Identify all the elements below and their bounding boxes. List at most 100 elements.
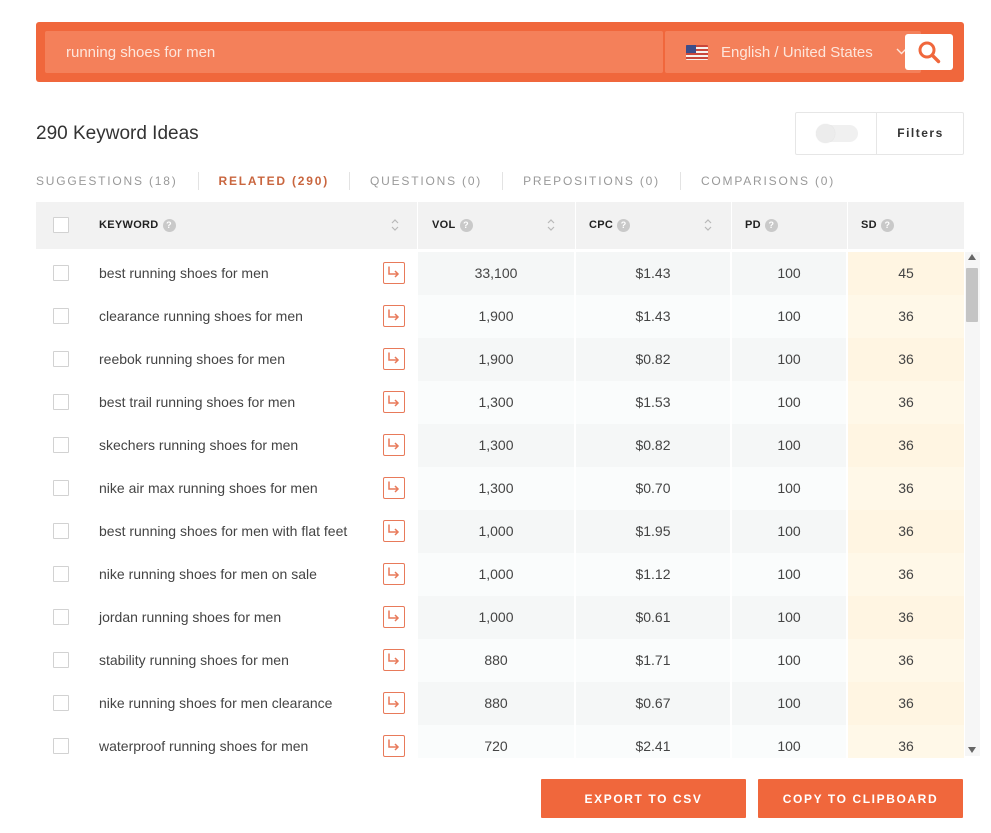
row-checkbox[interactable]	[53, 566, 69, 582]
table-row: stability running shoes for men 880 $1.71 1…	[36, 639, 964, 682]
pd-cell: 100	[777, 523, 801, 539]
row-checkbox[interactable]	[53, 609, 69, 625]
scroll-down-arrow-icon[interactable]	[968, 747, 976, 753]
tab-related[interactable]: RELATED (290)	[219, 174, 330, 188]
tab-suggestions[interactable]: SUGGESTIONS (18)	[36, 174, 178, 188]
toggle-knob	[816, 124, 835, 143]
keyword-cell[interactable]: skechers running shoes for men	[99, 424, 369, 467]
header-vol-label: VOL	[432, 219, 456, 231]
vol-cell: 1,900	[478, 351, 514, 367]
tab-questions[interactable]: QUESTIONS (0)	[370, 174, 482, 188]
pd-cell: 100	[777, 265, 801, 281]
export-csv-button[interactable]: EXPORT TO CSV	[541, 779, 746, 818]
scroll-up-arrow-icon[interactable]	[968, 254, 976, 260]
help-icon[interactable]: ?	[617, 219, 631, 232]
keyword-cell[interactable]: best running shoes for men	[99, 252, 369, 295]
keyword-cell[interactable]: jordan running shoes for men	[99, 596, 369, 639]
help-icon[interactable]: ?	[880, 219, 894, 232]
open-keyword-icon[interactable]	[383, 391, 405, 413]
keyword-cell[interactable]: stability running shoes for men	[99, 639, 369, 682]
keyword-cell[interactable]: reebok running shoes for men	[99, 338, 369, 381]
table-row: nike running shoes for men on sale 1,000 $…	[36, 553, 964, 596]
open-keyword-icon[interactable]	[383, 692, 405, 714]
keyword-cell[interactable]: nike running shoes for men clearance	[99, 682, 369, 725]
table-row: jordan running shoes for men 1,000 $0.61 10…	[36, 596, 964, 639]
cpc-cell: $1.43	[635, 308, 671, 324]
table-row: best trail running shoes for men 1,300 $1.…	[36, 381, 964, 424]
tab-comparisons[interactable]: COMPARISONS (0)	[701, 174, 835, 188]
search-input[interactable]	[45, 31, 663, 73]
language-label: English / United States	[721, 43, 873, 61]
cpc-cell: $2.41	[635, 738, 671, 754]
help-icon[interactable]: ?	[162, 219, 176, 232]
open-keyword-icon[interactable]	[383, 434, 405, 456]
pd-cell: 100	[777, 437, 801, 453]
open-keyword-icon[interactable]	[383, 563, 405, 585]
keyword-table: KEYWORD? VOL? CPC? PD? SD? best running …	[36, 202, 980, 758]
header-pd[interactable]: PD?	[745, 202, 778, 249]
help-icon[interactable]: ?	[459, 219, 473, 232]
open-keyword-icon[interactable]	[383, 348, 405, 370]
open-keyword-icon[interactable]	[383, 606, 405, 628]
search-button[interactable]	[905, 34, 953, 70]
open-keyword-icon[interactable]	[383, 305, 405, 327]
filter-toggle[interactable]	[816, 124, 858, 143]
open-keyword-icon[interactable]	[383, 262, 405, 284]
table-header: KEYWORD? VOL? CPC? PD? SD?	[36, 202, 964, 249]
row-checkbox[interactable]	[53, 695, 69, 711]
tab-prepositions[interactable]: PREPOSITIONS (0)	[523, 174, 660, 188]
row-checkbox[interactable]	[53, 437, 69, 453]
pd-cell: 100	[777, 738, 801, 754]
header-keyword[interactable]: KEYWORD?	[99, 202, 176, 249]
select-all-checkbox[interactable]	[53, 217, 69, 233]
scroll-thumb[interactable]	[966, 268, 978, 322]
copy-clipboard-button[interactable]: COPY TO CLIPBOARD	[758, 779, 963, 818]
open-keyword-icon[interactable]	[383, 520, 405, 542]
sd-cell: 36	[898, 480, 914, 496]
row-checkbox[interactable]	[53, 738, 69, 754]
language-select[interactable]: English / United States	[665, 31, 921, 73]
keyword-cell[interactable]: best trail running shoes for men	[99, 381, 369, 424]
table-row: skechers running shoes for men 1,300 $0.82…	[36, 424, 964, 467]
header-vol[interactable]: VOL?	[432, 202, 473, 249]
sort-icon[interactable]	[391, 217, 399, 233]
header-cpc[interactable]: CPC?	[589, 202, 631, 249]
header-sd[interactable]: SD?	[861, 202, 894, 249]
keyword-cell[interactable]: nike running shoes for men on sale	[99, 553, 369, 596]
row-checkbox[interactable]	[53, 652, 69, 668]
keyword-cell[interactable]: best running shoes for men with flat fee…	[99, 510, 369, 553]
row-checkbox[interactable]	[53, 351, 69, 367]
vol-cell: 880	[484, 695, 508, 711]
row-checkbox[interactable]	[53, 523, 69, 539]
vol-cell: 1,000	[478, 609, 514, 625]
keyword-ideas-title: 290 Keyword Ideas	[36, 123, 199, 144]
open-keyword-icon[interactable]	[383, 477, 405, 499]
row-checkbox[interactable]	[53, 480, 69, 496]
us-flag-icon	[686, 44, 708, 60]
header-divider	[575, 202, 576, 249]
filter-box: Filters	[795, 112, 964, 155]
cpc-cell: $0.82	[635, 437, 671, 453]
row-checkbox[interactable]	[53, 308, 69, 324]
filters-button[interactable]: Filters	[877, 113, 964, 154]
table-row: nike air max running shoes for men 1,300 $…	[36, 467, 964, 510]
sd-cell: 36	[898, 523, 914, 539]
sort-icon[interactable]	[704, 217, 712, 233]
sort-icon[interactable]	[547, 217, 555, 233]
tab-divider	[349, 172, 351, 190]
keyword-cell[interactable]: waterproof running shoes for men	[99, 725, 369, 758]
header-sd-label: SD	[861, 219, 877, 231]
sd-cell: 36	[898, 738, 914, 754]
row-checkbox[interactable]	[53, 265, 69, 281]
cpc-cell: $1.53	[635, 394, 671, 410]
keyword-cell[interactable]: nike air max running shoes for men	[99, 467, 369, 510]
help-icon[interactable]: ?	[764, 219, 778, 232]
open-keyword-icon[interactable]	[383, 649, 405, 671]
vol-cell: 33,100	[474, 265, 518, 281]
cpc-cell: $0.67	[635, 695, 671, 711]
pd-cell: 100	[777, 566, 801, 582]
table-scrollbar[interactable]	[965, 252, 980, 756]
keyword-cell[interactable]: clearance running shoes for men	[99, 295, 369, 338]
open-keyword-icon[interactable]	[383, 735, 405, 757]
row-checkbox[interactable]	[53, 394, 69, 410]
